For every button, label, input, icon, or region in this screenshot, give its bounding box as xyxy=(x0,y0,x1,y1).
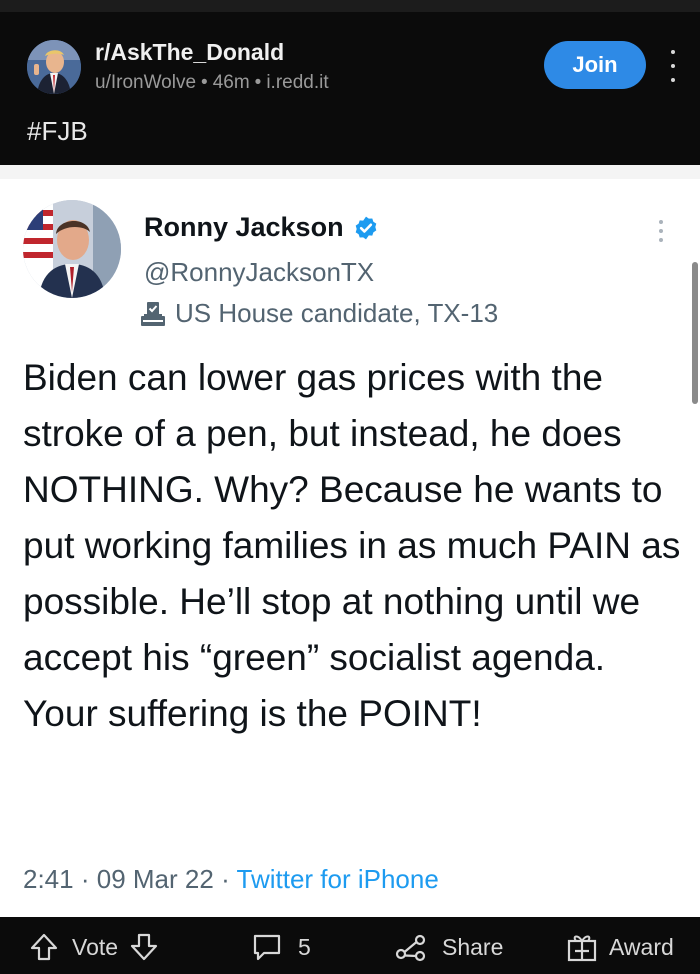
tweet-more-icon xyxy=(657,220,665,242)
tweet-date: 09 Mar 22 xyxy=(96,864,214,894)
comment-bubble-icon xyxy=(253,934,281,961)
tweet-author-handle: @RonnyJacksonTX xyxy=(144,257,375,287)
top-strip xyxy=(0,0,700,12)
award-label: Award xyxy=(609,933,674,960)
join-button[interactable]: Join xyxy=(544,41,646,89)
post-author[interactable]: u/IronWolve xyxy=(95,72,196,93)
subreddit-name[interactable]: r/AskThe_Donald xyxy=(95,39,284,66)
ballot-box-icon xyxy=(141,301,165,326)
more-vertical-icon[interactable] xyxy=(664,50,682,82)
share-button[interactable]: Share xyxy=(394,931,503,963)
post-header: r/AskThe_Donald u/IronWolve • 46m • i.redd.i… xyxy=(0,0,700,165)
award-button[interactable]: Award xyxy=(565,931,674,963)
subreddit-avatar[interactable] xyxy=(27,40,81,94)
share-label: Share xyxy=(442,933,504,960)
footer-separator: · xyxy=(80,864,90,894)
comments-count: 5 xyxy=(298,933,311,960)
post-domain[interactable]: i.redd.it xyxy=(266,72,328,93)
tweet-source: Twitter for iPhone xyxy=(236,864,439,894)
tweet-text: Biden can lower gas prices with the stro… xyxy=(23,357,681,734)
tweet-author-name-text: Ronny Jackson xyxy=(144,212,344,242)
verified-badge-icon xyxy=(355,216,376,239)
footer-separator: · xyxy=(221,864,230,894)
vote-label: Vote xyxy=(72,933,119,960)
post-meta: u/IronWolve • 46m • i.redd.it xyxy=(95,72,329,94)
share-icon xyxy=(395,934,426,962)
meta-separator: • xyxy=(201,72,208,93)
comments-button[interactable]: 5 xyxy=(250,931,311,963)
reddit-post-view: r/AskThe_Donald u/IronWolve • 46m • i.redd.i… xyxy=(0,0,700,974)
tweet-author-name: Ronny Jackson xyxy=(144,212,379,243)
scrollbar-thumb[interactable] xyxy=(692,262,698,404)
post-age: 46m xyxy=(212,72,250,93)
tweet-author-avatar xyxy=(23,200,121,298)
post-action-bar: Vote 5 Share Award xyxy=(0,917,700,974)
tweet-footer: 2:41 · 09 Mar 22 · Twitter for iPhone xyxy=(23,864,439,895)
tweet-author-label: US House candidate, TX-13 xyxy=(138,298,498,329)
post-title[interactable]: #FJB xyxy=(27,116,88,147)
upvote-arrow-icon[interactable] xyxy=(28,931,60,963)
tweet-time: 2:41 xyxy=(23,864,74,894)
tweet-author-label-text: US House candidate, TX-13 xyxy=(175,298,499,328)
gift-award-icon xyxy=(567,935,597,962)
vote-group: Vote xyxy=(28,931,160,963)
meta-separator: • xyxy=(254,72,262,93)
downvote-arrow-icon[interactable] xyxy=(128,931,160,963)
